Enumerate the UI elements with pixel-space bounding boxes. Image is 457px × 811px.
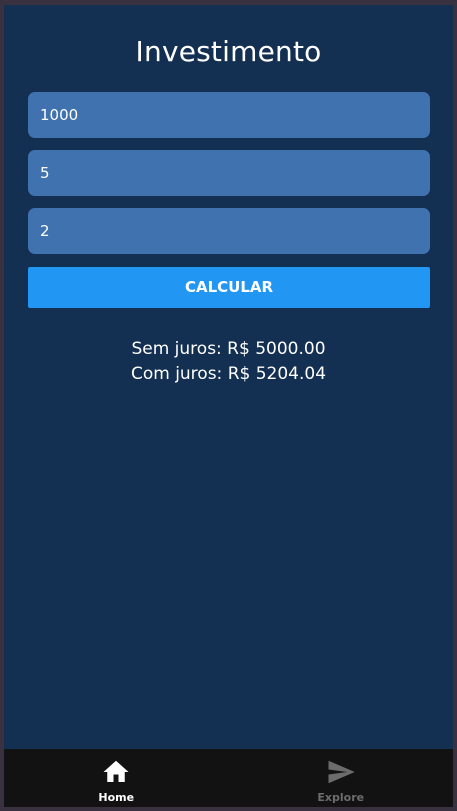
result-with-interest: Com juros: R$ 5204.04 — [130, 364, 327, 384]
page-title: Investimento — [135, 35, 322, 68]
interest-rate-field[interactable] — [28, 208, 430, 254]
tab-home[interactable]: Home — [4, 749, 229, 807]
months-field[interactable] — [28, 150, 430, 196]
interest-rate-input[interactable] — [40, 222, 418, 240]
months-input[interactable] — [40, 164, 418, 182]
tab-home-label: Home — [98, 791, 135, 804]
send-icon — [328, 760, 355, 784]
results-panel: Sem juros: R$ 5000.00 Com juros: R$ 5204… — [4, 337, 453, 387]
home-icon — [103, 760, 129, 782]
calculate-button[interactable]: CALCULAR — [28, 267, 430, 308]
tab-explore[interactable]: Explore — [229, 749, 454, 807]
tab-explore-label: Explore — [317, 791, 365, 804]
result-without-interest: Sem juros: R$ 5000.00 — [131, 339, 326, 359]
app-screen: Investimento CALCULAR Sem juros: R$ 5000… — [4, 5, 453, 807]
investment-value-field[interactable] — [28, 92, 430, 138]
bottom-tab-bar: Home Explore — [4, 749, 453, 807]
investment-value-input[interactable] — [40, 106, 418, 124]
